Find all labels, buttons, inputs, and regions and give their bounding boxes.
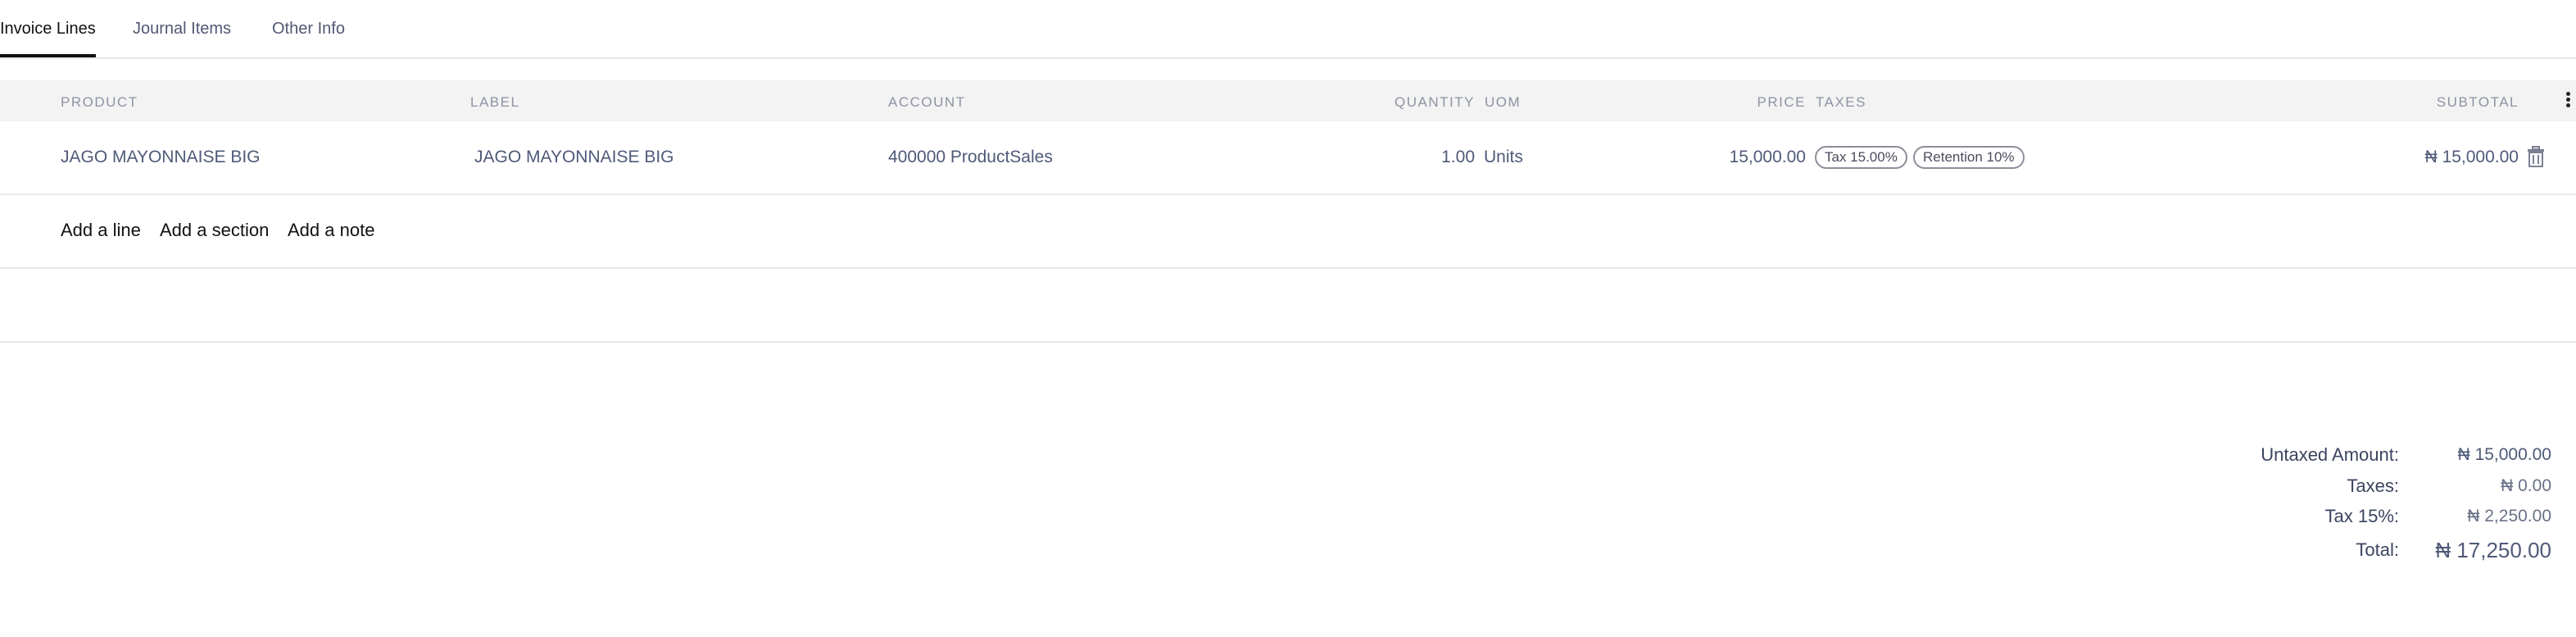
trash-icon[interactable]: [2527, 146, 2545, 167]
column-header-label[interactable]: LABEL: [470, 94, 519, 111]
tab-journal-items[interactable]: Journal Items: [133, 20, 231, 39]
add-actions-row: Add a line Add a section Add a note: [0, 197, 2576, 269]
cell-account[interactable]: 400000 ProductSales: [888, 148, 1053, 167]
tax15-value: ₦ 2,250.00: [2467, 507, 2551, 526]
cell-price[interactable]: 15,000.00: [1639, 148, 1806, 167]
taxes-value: ₦ 0.00: [2501, 476, 2551, 495]
table-header: PRODUCT LABEL ACCOUNT QUANTITY UOM PRICE…: [0, 80, 2576, 121]
add-line-link[interactable]: Add a line: [61, 220, 141, 241]
notebook-tabs: Invoice Lines Journal Items Other Info: [0, 0, 2576, 59]
kebab-menu-icon[interactable]: [2563, 90, 2573, 111]
add-note-link[interactable]: Add a note: [288, 220, 374, 241]
add-section-link[interactable]: Add a section: [160, 220, 269, 241]
cell-uom[interactable]: Units: [1484, 148, 1523, 167]
tab-invoice-lines[interactable]: Invoice Lines: [0, 20, 96, 57]
empty-row: [0, 271, 2576, 343]
total-label: Total:: [2356, 539, 2399, 560]
column-header-product[interactable]: PRODUCT: [61, 94, 138, 111]
cell-quantity[interactable]: 1.00: [1360, 148, 1475, 167]
tab-other-info[interactable]: Other Info: [272, 20, 345, 39]
column-header-price[interactable]: PRICE: [1704, 94, 1806, 111]
table-row[interactable]: JAGO MAYONNAISE BIG JAGO MAYONNAISE BIG …: [0, 121, 2576, 195]
column-header-quantity[interactable]: QUANTITY: [1360, 94, 1475, 111]
total-value: ₦ 17,250.00: [2435, 538, 2551, 562]
column-header-taxes[interactable]: TAXES: [1816, 94, 1866, 111]
column-header-subtotal[interactable]: SUBTOTAL: [2376, 94, 2519, 111]
tax15-label: Tax 15%:: [2324, 506, 2400, 526]
tax-badge[interactable]: Retention 10%: [1913, 146, 2025, 169]
tax-badge[interactable]: Tax 15.00%: [1815, 146, 1907, 169]
column-header-account[interactable]: ACCOUNT: [888, 94, 966, 111]
column-header-uom[interactable]: UOM: [1485, 94, 1521, 111]
untaxed-amount-label: Untaxed Amount:: [2261, 444, 2399, 465]
taxes-label: Taxes:: [2347, 475, 2399, 496]
cell-product[interactable]: JAGO MAYONNAISE BIG: [61, 148, 261, 167]
cell-label[interactable]: JAGO MAYONNAISE BIG: [474, 148, 674, 167]
cell-subtotal: ₦ 15,000.00: [2424, 148, 2519, 166]
untaxed-amount-value: ₦ 15,000.00: [2457, 445, 2551, 464]
